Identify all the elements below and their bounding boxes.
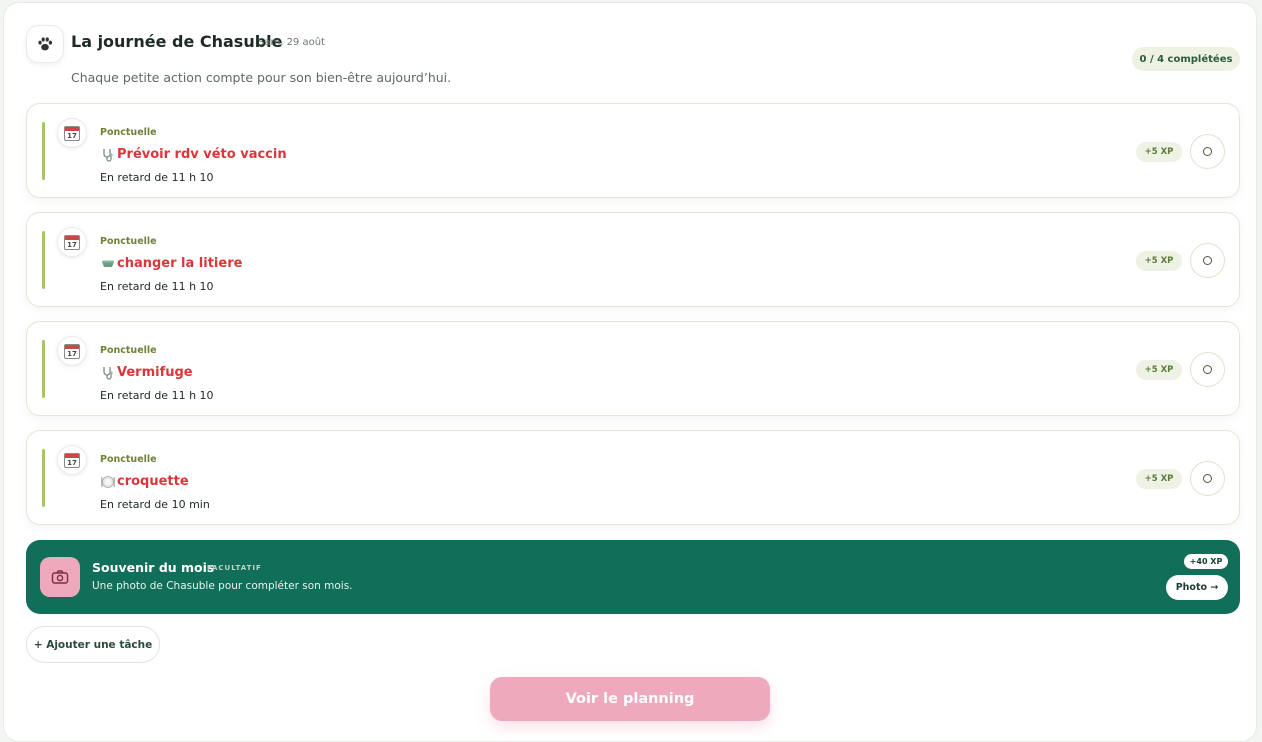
task-name: Vermifuge — [100, 365, 193, 380]
calendar-icon: 17 — [57, 118, 87, 148]
add-task-button[interactable]: + Ajouter une tâche — [26, 626, 160, 663]
task-xp-badge: +5 XP — [1136, 469, 1182, 489]
task-card: 17 Ponctuelle changer la litiere En reta… — [26, 212, 1240, 307]
task-name: changer la litiere — [100, 256, 242, 271]
stethoscope-icon — [100, 148, 115, 162]
calendar-icon: 17 — [57, 445, 87, 475]
calendar-icon: 17 — [57, 336, 87, 366]
task-xp-badge: +5 XP — [1136, 360, 1182, 380]
circle-icon — [1203, 256, 1212, 265]
view-planning-button[interactable]: Voir le planning — [490, 677, 770, 721]
task-accent-bar — [42, 449, 45, 507]
task-kind: Ponctuelle — [100, 454, 157, 465]
task-late-status: En retard de 11 h 10 — [100, 280, 214, 293]
page-subtitle: Chaque petite action compte pour son bie… — [71, 70, 452, 85]
souvenir-description: Une photo de Chasuble pour compléter son… — [92, 580, 353, 592]
page-date: Sam. 29 août — [258, 37, 325, 48]
task-kind: Ponctuelle — [100, 127, 157, 138]
souvenir-xp-badge: +40 XP — [1184, 554, 1228, 569]
day-panel: La journée de Chasuble Sam. 29 août Chaq… — [3, 2, 1257, 742]
stethoscope-icon — [100, 366, 115, 380]
circle-icon — [1203, 474, 1212, 483]
litter-icon — [100, 257, 115, 271]
task-complete-toggle[interactable] — [1190, 461, 1225, 496]
circle-icon — [1203, 147, 1212, 156]
task-late-status: En retard de 11 h 10 — [100, 171, 214, 184]
task-accent-bar — [42, 231, 45, 289]
souvenir-card: Souvenir du mois FACULTATIF Une photo de… — [26, 540, 1240, 614]
task-card: 17 Ponctuelle Vermifuge En retard de 11 … — [26, 321, 1240, 416]
task-complete-toggle[interactable] — [1190, 243, 1225, 278]
task-card: 17 Ponctuelle croquette En retard de 10 … — [26, 430, 1240, 525]
task-xp-badge: +5 XP — [1136, 142, 1182, 162]
page-title: La journée de Chasuble — [71, 32, 283, 51]
souvenir-title: Souvenir du mois — [92, 560, 215, 575]
photo-button[interactable]: Photo → — [1166, 575, 1228, 600]
progress-badge: 0 / 4 complétées — [1132, 47, 1240, 71]
task-xp-badge: +5 XP — [1136, 251, 1182, 271]
calendar-icon: 17 — [57, 227, 87, 257]
task-kind: Ponctuelle — [100, 345, 157, 356]
optional-tag: FACULTATIF — [207, 564, 262, 572]
task-name: Prévoir rdv véto vaccin — [100, 147, 287, 162]
task-kind: Ponctuelle — [100, 236, 157, 247]
task-card: 17 Ponctuelle Prévoir rdv véto vaccin En… — [26, 103, 1240, 198]
task-accent-bar — [42, 122, 45, 180]
task-late-status: En retard de 10 min — [100, 498, 210, 511]
task-complete-toggle[interactable] — [1190, 352, 1225, 387]
task-late-status: En retard de 11 h 10 — [100, 389, 214, 402]
circle-icon — [1203, 365, 1212, 374]
task-accent-bar — [42, 340, 45, 398]
task-name: croquette — [100, 474, 189, 489]
camera-icon — [40, 557, 80, 597]
plate-icon — [100, 475, 115, 489]
paw-icon — [26, 25, 64, 63]
task-complete-toggle[interactable] — [1190, 134, 1225, 169]
